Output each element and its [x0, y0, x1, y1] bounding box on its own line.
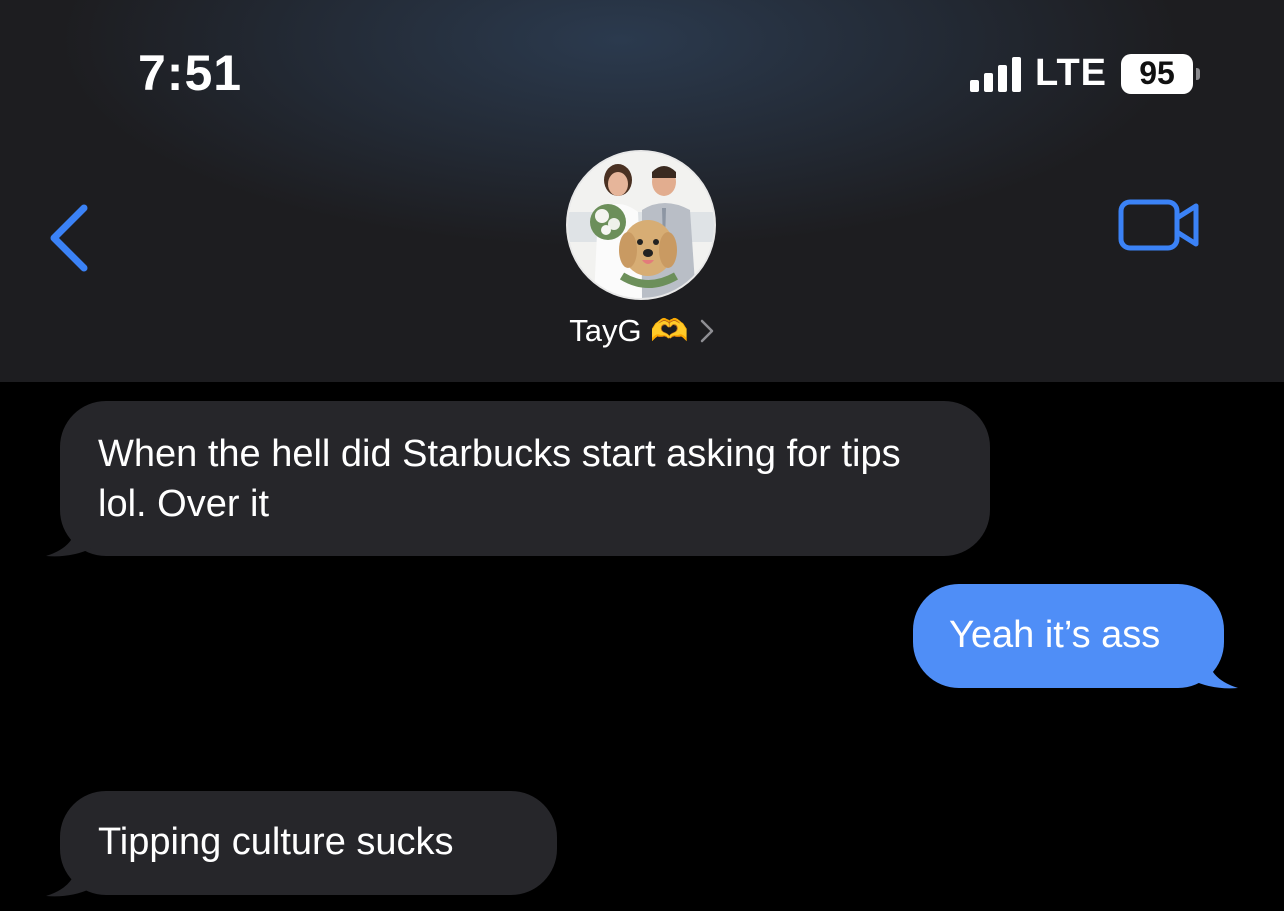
contact-avatar[interactable]	[566, 150, 716, 300]
chevron-right-icon	[700, 319, 714, 342]
status-icons: LTE 95	[970, 52, 1200, 95]
message-text: Tipping culture sucks	[98, 821, 454, 863]
bubble-tail	[1192, 652, 1238, 689]
avatar-photo	[568, 152, 714, 298]
contact-name-row[interactable]: TayG 🫶	[0, 312, 1284, 349]
message-bubble-incoming[interactable]: Tipping culture sucks	[60, 791, 557, 895]
conversation-header: 7:51 LTE 95 TayG 🫶	[0, 0, 1284, 382]
battery-icon: 95	[1121, 53, 1200, 94]
message-text: Yeah it’s ass	[949, 614, 1161, 656]
message-bubble-incoming[interactable]: When the hell did Starbucks start asking…	[60, 401, 990, 556]
message-text: When the hell did Starbucks start asking…	[98, 433, 901, 525]
battery-level: 95	[1121, 53, 1193, 94]
bubble-tail	[46, 860, 92, 897]
back-button[interactable]	[42, 200, 98, 276]
chevron-left-icon	[50, 204, 88, 272]
network-type: LTE	[1035, 52, 1107, 94]
status-time: 7:51	[138, 45, 243, 101]
bubble-tail	[46, 520, 92, 557]
video-camera-icon	[1118, 199, 1199, 251]
contact-name: TayG 🫶	[569, 313, 689, 348]
facetime-video-button[interactable]	[1116, 196, 1204, 256]
signal-bars-icon	[970, 56, 1022, 92]
message-bubble-outgoing[interactable]: Yeah it’s ass	[913, 584, 1224, 688]
